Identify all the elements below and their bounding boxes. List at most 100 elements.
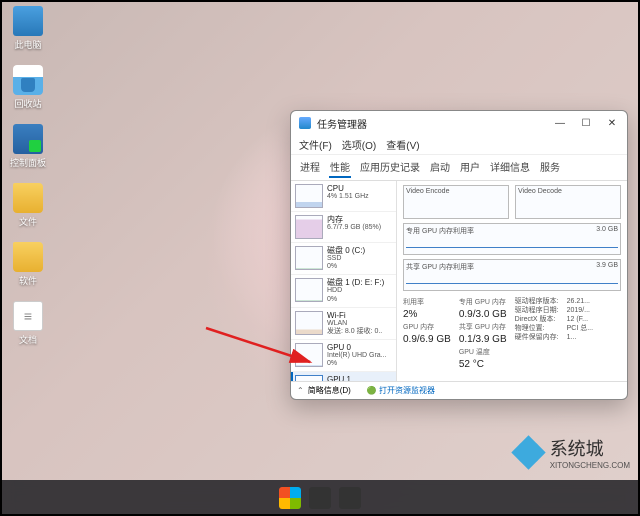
this-pc-icon: [13, 6, 43, 36]
stat-value: 52 °C: [459, 359, 507, 370]
info-val: PCI 总...: [567, 325, 593, 332]
info-key: 硬件保留内存:: [515, 333, 567, 342]
resmon-label: 打开资源监视器: [379, 386, 435, 395]
sidebar-item-gpu1[interactable]: GPU 1NVIDIA GeForce...2% (52 °C): [291, 372, 396, 381]
maximize-button[interactable]: ☐: [579, 116, 593, 130]
icon-label: 文档: [19, 333, 37, 346]
sidebar-item-wifi[interactable]: Wi-FiWLAN发送: 8.0 接收: 0..: [291, 308, 396, 340]
chart-title: 共享 GPU 内存利用率: [406, 262, 474, 288]
perf-sub: HDD: [327, 287, 384, 295]
desktop-icon-folder-1[interactable]: 文件: [6, 183, 50, 228]
perf-detail: 4% 1.51 GHz: [327, 193, 369, 201]
tab-details[interactable]: 详细信息: [489, 157, 531, 178]
perf-detail: 0%: [327, 296, 384, 304]
minimize-button[interactable]: —: [553, 116, 567, 130]
video-decode-chart: Video Decode: [515, 185, 621, 219]
folder-icon: [13, 183, 43, 213]
video-encode-chart: Video Encode: [403, 185, 509, 219]
gpu-minichart: [295, 375, 323, 381]
sidebar-item-memory[interactable]: 内存6.7/7.9 GB (85%): [291, 212, 396, 243]
info-key: 物理位置:: [515, 324, 567, 333]
tab-app-history[interactable]: 应用历史记录: [359, 157, 421, 178]
watermark-text: 系统城: [550, 439, 604, 459]
recycle-bin-icon: [13, 65, 43, 95]
desktop-icon-control-panel[interactable]: 控制面板: [6, 124, 50, 169]
gpu-info-list: 驱动程序版本:26.21... 驱动程序日期:2019/... DirectX …: [515, 297, 593, 370]
app-icon: [299, 117, 311, 129]
menu-view[interactable]: 查看(V): [386, 137, 419, 152]
perf-detail: 0%: [327, 263, 365, 271]
start-button[interactable]: [279, 487, 301, 509]
watermark-url: XITONGCHENG.COM: [550, 461, 630, 470]
menu-options[interactable]: 选项(O): [342, 137, 376, 152]
task-manager-window[interactable]: 任务管理器 — ☐ ✕ 文件(F) 选项(O) 查看(V) 进程 性能 应用历史…: [290, 110, 628, 400]
info-val: 12 (F...: [567, 316, 588, 323]
desktop-icon-this-pc[interactable]: 此电脑: [6, 6, 50, 51]
gpu-stats-grid: 利用率 2% GPU 内存 0.9/6.9 GB 专用 GPU 内存 0.9/3…: [403, 297, 621, 370]
wifi-minichart: [295, 311, 323, 335]
perf-sub: WLAN: [327, 320, 382, 328]
tab-startup[interactable]: 启动: [429, 157, 451, 178]
perf-detail: 0%: [327, 360, 387, 368]
stat-value: 0.9/6.9 GB: [403, 334, 451, 345]
gpu-detail-pane: Video Encode Video Decode 专用 GPU 内存利用率 3…: [397, 181, 627, 381]
cpu-minichart: [295, 184, 323, 208]
taskbar-app-icon[interactable]: [339, 487, 361, 509]
stat-value: 0.1/3.9 GB: [459, 334, 507, 345]
sidebar-item-disk1[interactable]: 磁盘 1 (D: E: F:)HDD0%: [291, 275, 396, 307]
desktop-icon-textfile[interactable]: 文档: [6, 301, 50, 346]
close-button[interactable]: ✕: [605, 116, 619, 130]
perf-name: 磁盘 1 (D: E: F:): [327, 278, 384, 287]
perf-detail: 6.7/7.9 GB (85%): [327, 224, 381, 232]
stat-label: 专用 GPU 内存: [459, 297, 507, 307]
tab-services[interactable]: 服务: [539, 157, 561, 178]
chevron-up-icon[interactable]: ⌃: [297, 386, 304, 395]
desktop-icon-recycle-bin[interactable]: 回收站: [6, 65, 50, 110]
sidebar-item-disk0[interactable]: 磁盘 0 (C:)SSD0%: [291, 243, 396, 275]
open-resmon-link[interactable]: 🟢 打开资源监视器: [367, 385, 435, 396]
perf-detail: 发送: 8.0 接收: 0..: [327, 328, 382, 336]
taskbar[interactable]: [0, 480, 640, 516]
sidebar-item-gpu0[interactable]: GPU 0Intel(R) UHD Gra...0%: [291, 340, 396, 372]
perf-name: 内存: [327, 215, 381, 224]
disk-minichart: [295, 278, 323, 302]
shared-gpu-mem-chart: 共享 GPU 内存利用率 3.9 GB: [403, 259, 621, 291]
chart-title: Video Decode: [518, 188, 562, 195]
info-val: 26.21...: [567, 298, 590, 305]
watermark: 系统城 XITONGCHENG.COM: [514, 435, 630, 470]
perf-name: GPU 0: [327, 343, 387, 352]
stat-value: 2%: [403, 309, 451, 320]
icon-label: 此电脑: [14, 38, 41, 51]
less-details-button[interactable]: 简略信息(D): [308, 385, 351, 396]
performance-body: CPU4% 1.51 GHz 内存6.7/7.9 GB (85%) 磁盘 0 (…: [291, 181, 627, 381]
desktop-icons-area: 此电脑 回收站 控制面板 文件 软件 文档: [6, 6, 50, 346]
info-val: 2019/...: [567, 307, 590, 314]
stat-label: GPU 温度: [459, 347, 507, 357]
task-manager-footer: ⌃ 简略信息(D) 🟢 打开资源监视器: [291, 381, 627, 399]
dedicated-gpu-mem-chart: 专用 GPU 内存利用率 3.0 GB: [403, 223, 621, 255]
perf-sub: Intel(R) UHD Gra...: [327, 352, 387, 360]
chart-max: 3.9 GB: [596, 262, 618, 288]
taskbar-search-icon[interactable]: [309, 487, 331, 509]
info-key: 驱动程序版本:: [515, 297, 567, 306]
titlebar[interactable]: 任务管理器 — ☐ ✕: [291, 111, 627, 135]
info-key: DirectX 版本:: [515, 315, 567, 324]
tab-users[interactable]: 用户: [459, 157, 481, 178]
chart-title: Video Encode: [406, 188, 449, 195]
performance-sidebar: CPU4% 1.51 GHz 内存6.7/7.9 GB (85%) 磁盘 0 (…: [291, 181, 397, 381]
control-panel-icon: [13, 124, 43, 154]
chart-title: 专用 GPU 内存利用率: [406, 226, 474, 252]
icon-label: 控制面板: [10, 156, 46, 169]
tab-performance[interactable]: 性能: [329, 157, 351, 178]
icon-label: 软件: [19, 274, 37, 287]
desktop-icon-folder-2[interactable]: 软件: [6, 242, 50, 287]
menu-file[interactable]: 文件(F): [299, 137, 332, 152]
stat-label: GPU 内存: [403, 322, 451, 332]
sidebar-item-cpu[interactable]: CPU4% 1.51 GHz: [291, 181, 396, 212]
window-title: 任务管理器: [317, 116, 553, 131]
stat-label: 共享 GPU 内存: [459, 322, 507, 332]
perf-name: Wi-Fi: [327, 311, 382, 320]
folder-icon: [13, 242, 43, 272]
tab-processes[interactable]: 进程: [299, 157, 321, 178]
perf-name: CPU: [327, 184, 369, 193]
